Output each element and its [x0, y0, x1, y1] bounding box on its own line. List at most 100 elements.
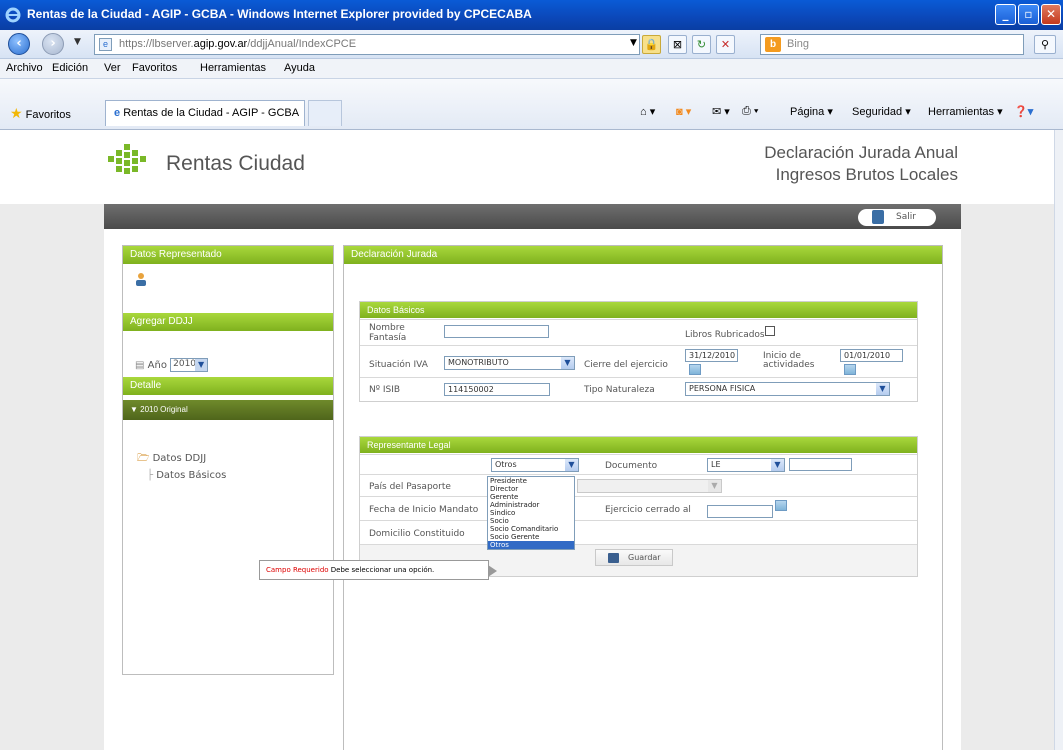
row-pais-pasaporte: País del Pasaporte ▼: [360, 474, 917, 496]
forward-button[interactable]: ›: [42, 33, 64, 55]
minimize-button[interactable]: _: [995, 4, 1016, 25]
herramientas-menu[interactable]: Herramientas ▾: [928, 105, 1003, 118]
anio-row: ▤ Año 2010 ▼: [135, 358, 209, 372]
dropdown-option[interactable]: Sindico: [488, 509, 574, 517]
seguridad-menu[interactable]: Seguridad ▾: [852, 105, 911, 118]
mail-icon[interactable]: ✉ ▾: [712, 105, 730, 118]
anio-label: Año: [147, 360, 167, 371]
libros-rubricados-checkbox[interactable]: [765, 326, 775, 336]
url-dropdown-icon[interactable]: ▼: [624, 35, 643, 54]
documento-dropdown-icon: ▼: [771, 459, 784, 471]
lock-icon[interactable]: 🔒: [642, 35, 661, 54]
menu-herramientas[interactable]: Herramientas: [200, 62, 266, 74]
save-disk-icon: [608, 553, 619, 563]
cierre-calendar-icon[interactable]: [689, 364, 701, 375]
menu-favoritos[interactable]: Favoritos: [132, 62, 177, 74]
tipo-naturaleza-select[interactable]: PERSONA FISICA ▼: [685, 382, 890, 396]
pais-pasaporte-select[interactable]: ▼: [577, 479, 722, 493]
back-button[interactable]: ‹: [8, 33, 30, 55]
help-icon[interactable]: ❓▾: [1014, 105, 1033, 118]
search-go-icon[interactable]: ⚲: [1034, 35, 1056, 54]
row-cargo: Otros ▼ Documento LE ▼: [360, 454, 917, 474]
documento-label: Documento: [605, 461, 658, 471]
history-dropdown-icon[interactable]: ▼: [74, 37, 81, 47]
datos-representado-header: Datos Representado: [123, 246, 333, 264]
dropdown-option[interactable]: Presidente: [488, 477, 574, 485]
herramientas-label: Herramientas: [928, 106, 995, 118]
stop-icon[interactable]: ✕: [716, 35, 735, 54]
datos-basicos-section: Datos Básicos Nombre Fantasía Libros Rub…: [359, 301, 918, 402]
cargo-select[interactable]: Otros ▼: [491, 458, 579, 472]
dropdown-option[interactable]: Gerente: [488, 493, 574, 501]
dropdown-option[interactable]: Administrador: [488, 501, 574, 509]
maximize-button[interactable]: ▫: [1018, 4, 1039, 25]
pais-pasaporte-label: País del Pasaporte: [369, 482, 451, 492]
menu-archivo[interactable]: Archivo: [6, 62, 43, 74]
folder-icon: 🗁: [137, 453, 150, 464]
nombre-fantasia-input[interactable]: [444, 325, 549, 338]
url-path: /ddjjAnual/IndexCPCE: [247, 38, 357, 50]
vertical-scrollbar[interactable]: [1054, 130, 1063, 750]
inicio-calendar-icon[interactable]: [844, 364, 856, 375]
situacion-iva-value: MONOTRIBUTO: [448, 358, 509, 367]
detalle-header: Detalle: [123, 377, 333, 395]
documento-select[interactable]: LE ▼: [707, 458, 785, 472]
site-logo-text: Rentas Ciudad: [166, 152, 305, 175]
dropdown-option[interactable]: Socio Comanditario: [488, 525, 574, 533]
cargo-dropdown-list: Presidente Director Gerente Administrado…: [487, 476, 575, 550]
search-input[interactable]: b Bing: [760, 34, 1024, 55]
representante-legal-header: Representante Legal: [360, 437, 917, 453]
dropdown-option-selected[interactable]: Otros: [488, 541, 574, 549]
print-icon[interactable]: ⎙ ▾: [742, 105, 758, 118]
favorites-button[interactable]: ★ Favoritos: [10, 105, 71, 122]
url-host-a: lbserver.: [152, 38, 194, 50]
inicio-actividades-input[interactable]: 01/01/2010: [840, 349, 903, 362]
new-tab-button[interactable]: [308, 100, 342, 126]
row-nombre-fantasia: Nombre Fantasía Libros Rubricados: [360, 319, 917, 345]
salir-label: Salir: [896, 212, 916, 222]
document-icon: ▤: [135, 360, 145, 371]
menu-bar: Archivo Edición Ver Favoritos Herramient…: [0, 59, 1063, 79]
nro-isib-input[interactable]: 114150002: [444, 383, 550, 396]
anio-select[interactable]: 2010 ▼: [170, 358, 209, 372]
documento-value: LE: [711, 460, 721, 469]
situacion-iva-select[interactable]: MONOTRIBUTO ▼: [444, 356, 575, 370]
refresh-icon[interactable]: ↻: [692, 35, 711, 54]
feeds-icon[interactable]: ◙ ▾: [676, 105, 691, 118]
representante-legal-section: Representante Legal Otros ▼ Documento LE ▼…: [359, 436, 918, 577]
page-title: Declaración Jurada Anual Ingresos Brutos…: [764, 142, 958, 186]
cargo-value: Otros: [495, 460, 517, 469]
ejercicio-cerrado-input[interactable]: [707, 505, 773, 518]
favorites-bar: ★ Favoritos e Rentas de la Ciudad - AGIP…: [0, 79, 1063, 130]
tree-item-datos-basicos[interactable]: ├ Datos Básicos: [147, 470, 226, 481]
menu-edicion[interactable]: Edición: [52, 62, 88, 74]
browser-tab[interactable]: e Rentas de la Ciudad - AGIP - GCBA: [105, 100, 305, 126]
seguridad-label: Seguridad: [852, 106, 903, 118]
close-button[interactable]: ✕: [1041, 4, 1061, 25]
salir-button[interactable]: Salir: [858, 209, 936, 226]
cierre-ejercicio-input[interactable]: 31/12/2010: [685, 349, 738, 362]
documento-numero-input[interactable]: [789, 458, 852, 471]
tree-folder-datos-ddjj[interactable]: 🗁 Datos DDJJ: [137, 451, 206, 468]
pagina-label: Página: [790, 106, 825, 118]
pagina-menu[interactable]: Página ▾: [790, 105, 833, 118]
original-2010-item[interactable]: ▼ 2010 Original: [123, 400, 333, 420]
situacion-iva-label: Situación IVA: [369, 360, 428, 370]
pais-dropdown-icon: ▼: [708, 480, 721, 492]
dropdown-option[interactable]: Director: [488, 485, 574, 493]
window-title-bar: Rentas de la Ciudad - AGIP - GCBA - Wind…: [0, 0, 1063, 30]
domicilio-constituido-label: Domicilio Constituido: [369, 529, 465, 539]
dropdown-option[interactable]: Socio Gerente: [488, 533, 574, 541]
guardar-button[interactable]: Guardar: [595, 549, 673, 566]
dropdown-option[interactable]: Socio: [488, 517, 574, 525]
compat-view-icon[interactable]: ⊠: [668, 35, 687, 54]
menu-ver[interactable]: Ver: [104, 62, 121, 74]
cierre-ejercicio-label: Cierre del ejercicio: [584, 360, 668, 370]
tooltip-message: Debe seleccionar una opción.: [330, 566, 435, 574]
right-panel: Declaración Jurada Datos Básicos Nombre …: [343, 245, 943, 750]
menu-ayuda[interactable]: Ayuda: [284, 62, 315, 74]
home-icon[interactable]: ⌂ ▾: [640, 105, 655, 118]
tipo-naturaleza-label: Tipo Naturaleza: [584, 385, 655, 395]
address-input[interactable]: e https://lbserver.agip.gov.ar/ddjjAnual…: [94, 34, 640, 55]
ejercicio-calendar-icon[interactable]: [775, 500, 787, 511]
